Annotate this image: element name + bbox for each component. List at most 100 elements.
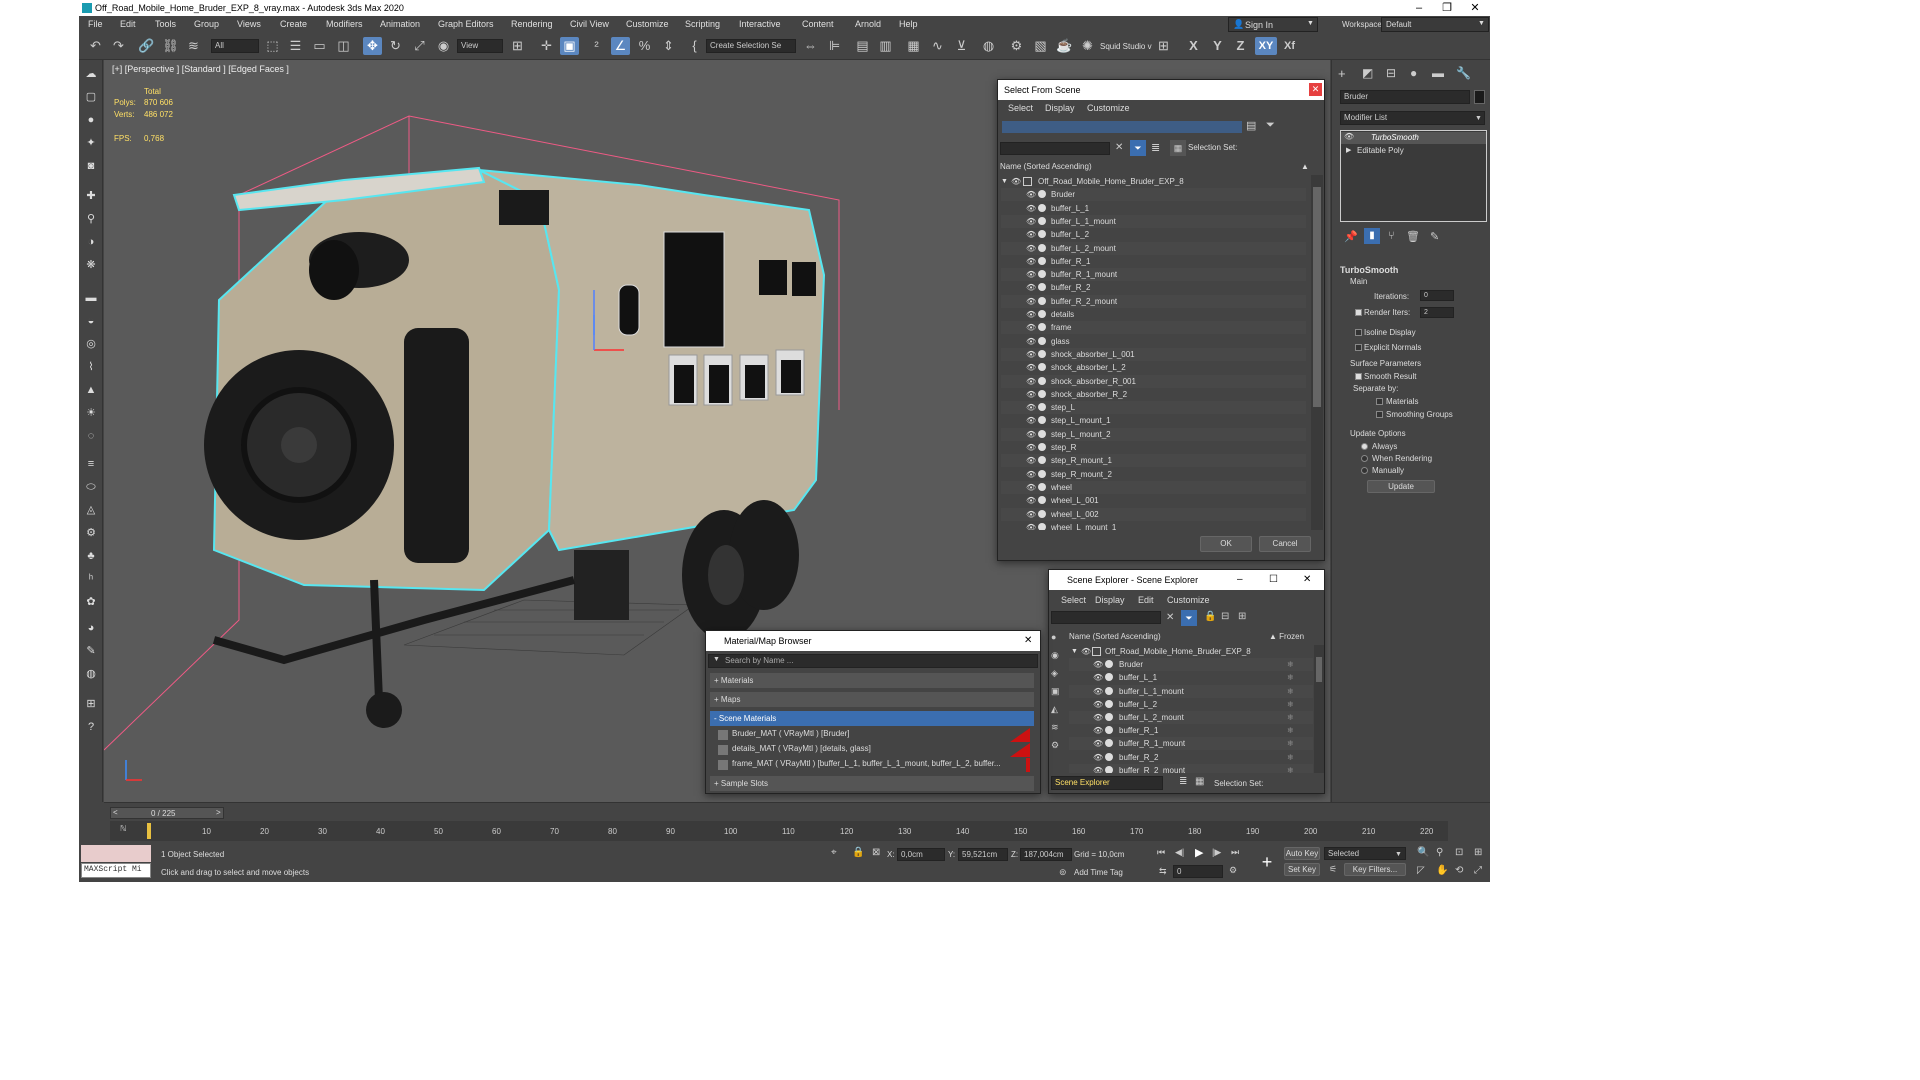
menu-customize[interactable]: Customize bbox=[626, 16, 669, 33]
explorer-object-row[interactable]: 👁 buffer_L_1 ❄ bbox=[1069, 671, 1313, 684]
isolate-icon[interactable]: ⌖ bbox=[831, 847, 837, 858]
clear-icon[interactable]: ✕ bbox=[1166, 612, 1174, 623]
time-cursor[interactable] bbox=[147, 823, 151, 839]
grid-icon[interactable]: ⊞ bbox=[1154, 37, 1173, 55]
percent-snap-icon[interactable]: % bbox=[635, 37, 654, 55]
eye-icon[interactable]: 👁 bbox=[1093, 658, 1103, 671]
close-icon[interactable]: ✕ bbox=[1461, 0, 1489, 16]
maximize-viewport-icon[interactable]: ⤢ bbox=[1474, 865, 1482, 876]
eye-icon[interactable]: 👁 bbox=[1026, 335, 1036, 348]
menu-content[interactable]: Content bbox=[802, 16, 834, 33]
track-bar[interactable]: ℕ 10 20 30 40 50 60 70 80 90 100 110 120 130 140 150 16… bbox=[110, 821, 1448, 841]
eye-icon[interactable]: 👁 bbox=[1026, 481, 1036, 494]
rendered-frame-icon[interactable]: ▧ bbox=[1031, 37, 1050, 55]
menu-arnold[interactable]: Arnold bbox=[855, 16, 881, 33]
eye-icon[interactable]: 👁 bbox=[1026, 321, 1036, 334]
display-tab-icon[interactable]: ▬ bbox=[1432, 66, 1444, 80]
time-slider[interactable]: < 0 / 225 > bbox=[110, 807, 224, 819]
add-time-tag[interactable]: Add Time Tag bbox=[1074, 868, 1123, 877]
particle-flow-icon[interactable]: ◬ bbox=[83, 502, 99, 518]
material-search-input[interactable]: ▼ Search by Name ... bbox=[708, 654, 1038, 668]
eye-icon[interactable]: 👁 bbox=[1344, 132, 1354, 141]
bone-icon[interactable]: ⚙ bbox=[1051, 740, 1059, 751]
menu-rendering[interactable]: Rendering bbox=[511, 16, 553, 33]
script-icon[interactable]: ✎ bbox=[83, 643, 99, 659]
explorer-object-row[interactable]: 👁 buffer_R_1 ❄ bbox=[1069, 724, 1313, 737]
make-unique-icon[interactable]: ⑂ bbox=[1388, 230, 1395, 242]
hierarchy-icon[interactable]: ⊟ bbox=[1221, 611, 1229, 622]
scene-object-row[interactable]: 👁 step_L_mount_2 bbox=[1001, 427, 1306, 441]
scene-object-row[interactable]: 👁 wheel_L_001 bbox=[1001, 494, 1306, 507]
window-crossing-icon[interactable]: ◫ bbox=[334, 37, 353, 55]
scrollbar[interactable] bbox=[1311, 175, 1323, 530]
listener-pink[interactable] bbox=[81, 845, 151, 862]
scene-object-row[interactable]: 👁 buffer_R_1_mount bbox=[1001, 268, 1306, 282]
menu-customize[interactable]: Customize bbox=[1167, 592, 1210, 608]
eye-icon[interactable]: 👁 bbox=[1026, 414, 1036, 427]
explicit-normals-checkbox[interactable] bbox=[1355, 344, 1362, 351]
object-name-input[interactable]: Bruder bbox=[1340, 90, 1470, 104]
close-icon[interactable]: ✕ bbox=[1024, 631, 1032, 651]
create-tab-icon[interactable]: + bbox=[1338, 66, 1346, 81]
eye-icon[interactable]: 👁 bbox=[1026, 388, 1036, 401]
menu-help[interactable]: Help bbox=[899, 16, 918, 33]
place-icon[interactable]: ◉ bbox=[434, 37, 453, 55]
freeze-icon[interactable]: ❄ bbox=[1287, 764, 1294, 773]
funnel-icon[interactable]: ⏷ bbox=[1181, 610, 1197, 626]
bind-space-warp-icon[interactable]: ≋ bbox=[184, 37, 203, 55]
expand-icon[interactable]: ▶ bbox=[1346, 146, 1351, 154]
freeze-icon[interactable]: ❄ bbox=[1287, 698, 1294, 711]
scrollbar[interactable] bbox=[1314, 645, 1324, 773]
sphere-icon[interactable]: ● bbox=[83, 112, 99, 128]
lock-icon[interactable]: 🔒 bbox=[852, 847, 864, 858]
eye-icon[interactable]: 👁 bbox=[1026, 268, 1036, 281]
zoom-extents-all-icon[interactable]: ⊞ bbox=[1474, 847, 1482, 858]
set-key-plus-icon[interactable]: + bbox=[1256, 847, 1278, 877]
freeze-icon[interactable]: ❄ bbox=[1287, 711, 1294, 724]
select-by-name-icon[interactable]: ☰ bbox=[286, 37, 305, 55]
smoothing-groups-checkbox[interactable] bbox=[1376, 411, 1383, 418]
selection-set-icon[interactable]: ▦ bbox=[1170, 140, 1186, 156]
explorer-object-row[interactable]: 👁 buffer_L_2_mount ❄ bbox=[1069, 711, 1313, 724]
light-icon[interactable]: ◈ bbox=[1051, 668, 1058, 679]
eye-icon[interactable]: 👁 bbox=[1026, 228, 1036, 241]
render-setup-icon[interactable]: ⚙ bbox=[1007, 37, 1026, 55]
eye-icon[interactable]: 👁 bbox=[1026, 428, 1036, 441]
scrollbar-thumb[interactable] bbox=[1316, 657, 1322, 682]
snaps-toggle-icon[interactable]: ² bbox=[587, 37, 606, 55]
material-editor-icon[interactable]: ◍ bbox=[979, 37, 998, 55]
freeze-icon[interactable]: ❄ bbox=[1287, 671, 1294, 684]
menu-file[interactable]: File bbox=[88, 16, 103, 33]
eye-icon[interactable]: 👁 bbox=[1026, 255, 1036, 268]
scene-object-row[interactable]: 👁 step_L bbox=[1001, 401, 1306, 415]
clear-icon[interactable]: ✕ bbox=[1115, 142, 1123, 153]
cone-icon[interactable]: ▲ bbox=[83, 382, 99, 398]
pan-icon[interactable]: ✋ bbox=[1436, 865, 1448, 876]
freeze-icon[interactable]: ❄ bbox=[1287, 685, 1294, 698]
rectangular-selection-icon[interactable]: ▭ bbox=[310, 37, 329, 55]
axis-z-button[interactable]: Z bbox=[1231, 37, 1250, 55]
scene-object-row[interactable]: 👁 step_R_mount_1 bbox=[1001, 454, 1306, 468]
menu-civil-view[interactable]: Civil View bbox=[570, 16, 609, 33]
explorer-object-row[interactable]: 👁 buffer_R_2_mount ❄ bbox=[1069, 763, 1313, 773]
y-coordinate-field[interactable]: 59,521cm bbox=[958, 848, 1008, 861]
explorer-object-row[interactable]: 👁 buffer_R_1_mount ❄ bbox=[1069, 737, 1313, 751]
stack-item-editable-poly[interactable]: ▶ Editable Poly bbox=[1341, 145, 1486, 157]
menu-edit[interactable]: Edit bbox=[120, 16, 136, 33]
eye-icon[interactable]: 👁 bbox=[1011, 175, 1021, 188]
link-icon[interactable]: 🔗 bbox=[137, 37, 156, 55]
material-row[interactable]: Bruder_MAT ( VRayMtl ) [Bruder] bbox=[718, 728, 1034, 742]
material-row[interactable]: details_MAT ( VRayMtl ) [details, glass] bbox=[718, 743, 1034, 757]
axis-xy-button[interactable]: XY bbox=[1255, 37, 1277, 55]
prev-frame-icon[interactable]: < bbox=[113, 808, 118, 817]
pivot-center-icon[interactable]: ⊞ bbox=[508, 37, 527, 55]
motion-tab-icon[interactable]: ● bbox=[1410, 66, 1417, 80]
scene-object-row[interactable]: 👁 shock_absorber_R_2 bbox=[1001, 388, 1306, 401]
scene-object-row[interactable]: 👁 wheel_L_mount_1 bbox=[1001, 521, 1306, 530]
reference-coordinate-dropdown[interactable]: View bbox=[457, 39, 503, 53]
explorer-object-row[interactable]: 👁 buffer_L_1_mount ❄ bbox=[1069, 684, 1313, 698]
scene-object-row[interactable]: 👁 buffer_R_2_mount bbox=[1001, 294, 1306, 308]
when-rendering-radio[interactable] bbox=[1361, 455, 1368, 462]
scene-object-row[interactable]: 👁 buffer_L_2 bbox=[1001, 228, 1306, 241]
x-coordinate-field[interactable]: 0,0cm bbox=[897, 848, 945, 861]
